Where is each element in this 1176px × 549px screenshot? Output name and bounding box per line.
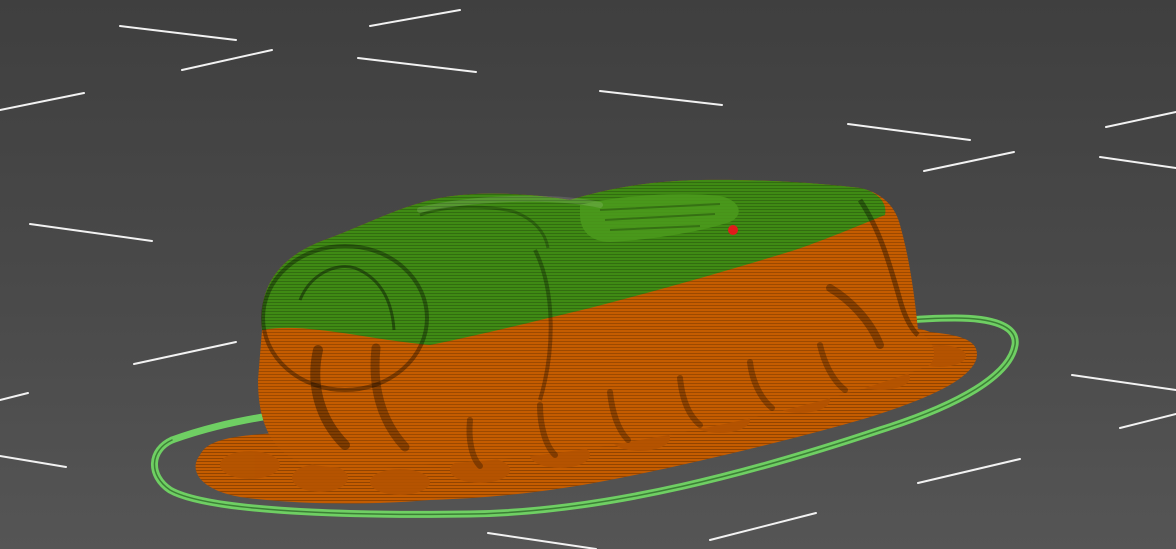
- 3d-viewport[interactable]: [0, 0, 1176, 549]
- seam-marker-dot: [728, 225, 738, 235]
- scene-canvas[interactable]: [0, 0, 1176, 549]
